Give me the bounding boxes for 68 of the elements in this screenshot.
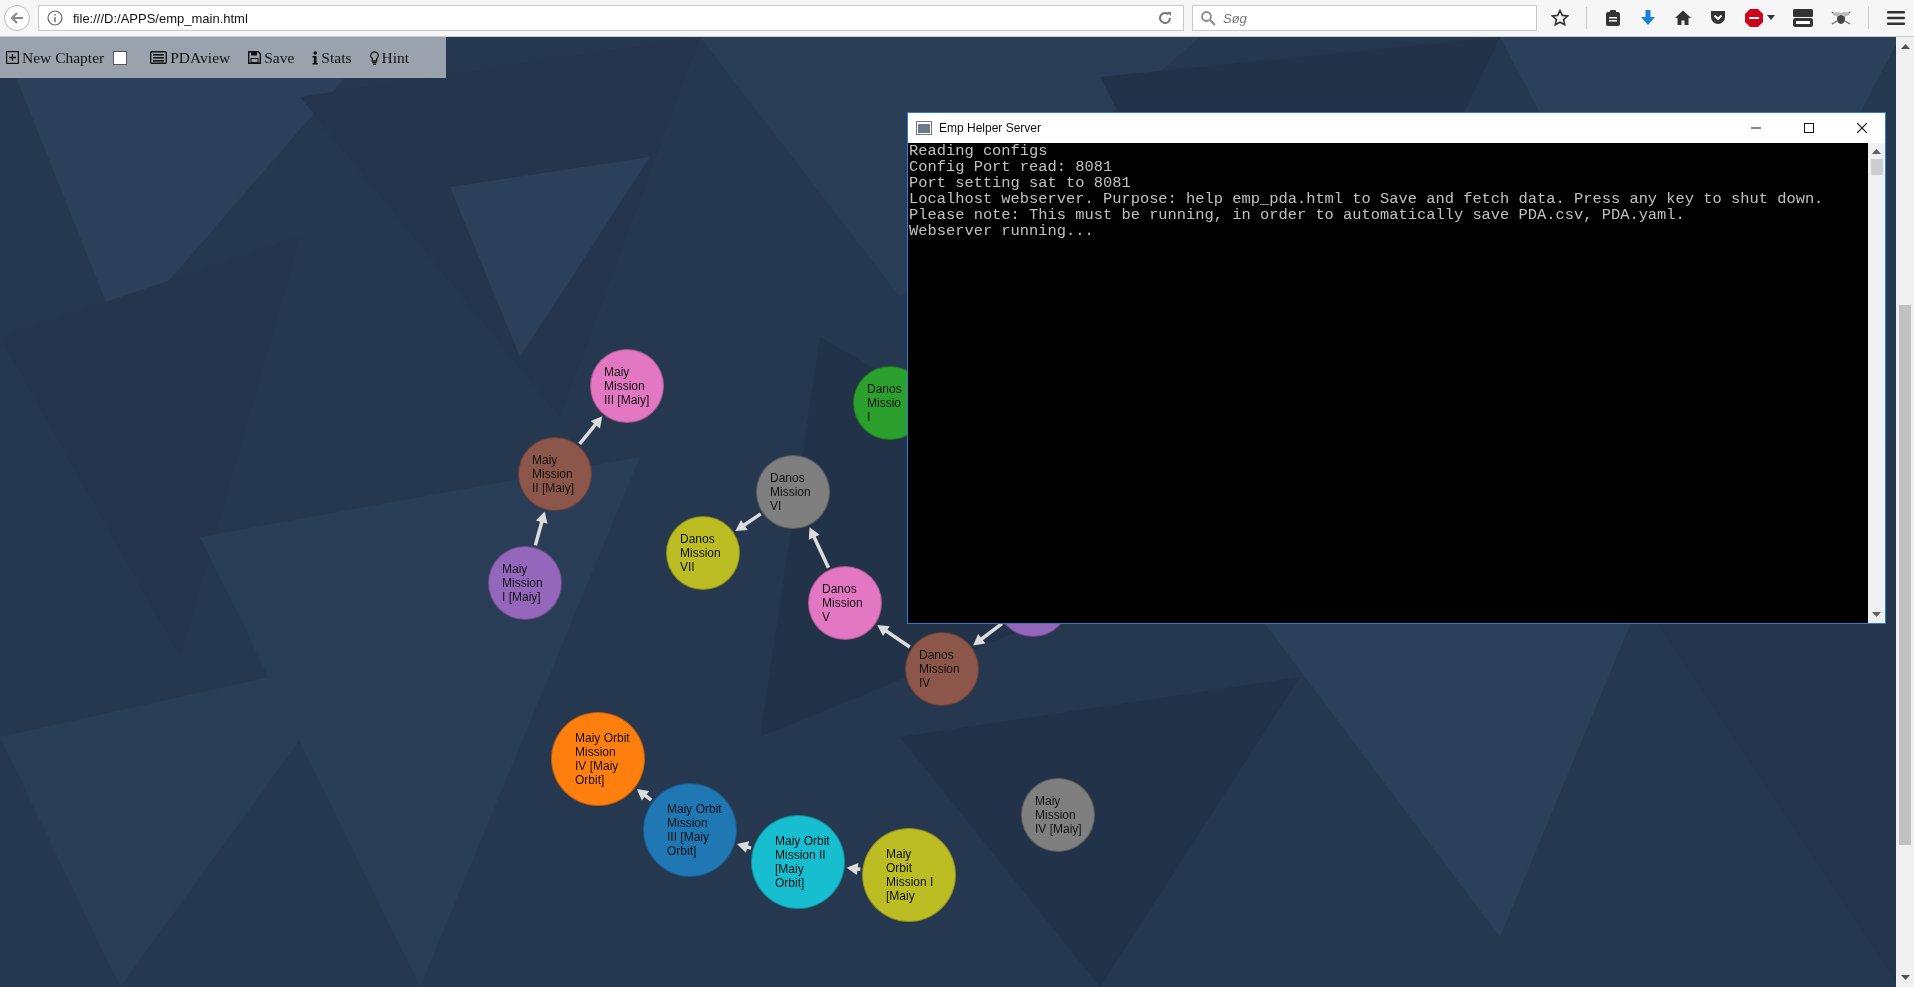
node-label: Maiy Orbit Mission IV [Maiy Orbit] (575, 731, 630, 787)
download-icon[interactable] (1639, 9, 1657, 27)
node-label: Maiy Mission III [Maiy] (604, 365, 650, 407)
list-icon (150, 51, 168, 64)
info-icon (47, 10, 63, 26)
info-icon (312, 50, 319, 65)
scrollbar[interactable] (1896, 37, 1914, 987)
pdaview-button[interactable]: PDAview (147, 46, 234, 69)
console-icon (916, 121, 932, 135)
url-text: file:///D:/APPS/emp_main.html (73, 10, 248, 26)
checkbox[interactable] (113, 50, 128, 65)
home-icon[interactable] (1674, 9, 1692, 27)
maximize-icon (1804, 123, 1814, 133)
lightbulb-icon (369, 50, 379, 65)
arrow (846, 863, 861, 875)
node-label: Maiy Mission I [Maiy] (502, 562, 543, 604)
clipboard-icon[interactable] (1604, 9, 1622, 27)
search-icon (1200, 10, 1216, 26)
bug-icon[interactable] (1831, 9, 1851, 27)
scroll-up-icon[interactable] (1872, 148, 1881, 154)
console-line: Port setting sat to 8081 (909, 175, 1132, 191)
reload-icon[interactable] (1157, 10, 1173, 26)
node-label: Maiy Orbit Mission I [Maiy (886, 847, 934, 903)
star-icon[interactable] (1551, 9, 1569, 27)
scroll-down-icon[interactable] (1872, 612, 1881, 618)
hint-button[interactable]: Hint (366, 46, 413, 69)
scroll-down-icon[interactable] (1900, 975, 1910, 981)
search-field[interactable]: Søg (1192, 5, 1537, 31)
arrow (877, 624, 911, 649)
arrow (636, 788, 653, 802)
arrow (808, 527, 831, 569)
caret-icon[interactable] (1767, 15, 1775, 21)
scrollbar-thumb[interactable] (1899, 305, 1911, 845)
console-line: Config Port read: 8081 (909, 159, 1114, 175)
stats-button[interactable]: Stats (309, 46, 355, 69)
console-line: Please note: This must be running, in order to automatically save PDA.csv, PDA.yaml. (909, 207, 1686, 223)
arrow (737, 841, 752, 853)
console-line: Reading configs (909, 143, 1049, 159)
close-icon (1857, 123, 1867, 133)
console-line: Webserver running... (909, 223, 1095, 239)
octagon-icon[interactable] (1744, 8, 1764, 28)
arrow (735, 512, 762, 532)
back-arrow-icon (10, 11, 24, 25)
node-label: Maiy Mission IV [Maiy] (1035, 794, 1082, 836)
node-label: Maiy Mission II [Maiy] (532, 453, 574, 495)
new-chapter-button[interactable]: New Chapter (3, 46, 108, 69)
save-button[interactable]: Save (245, 46, 298, 69)
arrow (973, 622, 1003, 646)
scrollbar-thumb[interactable] (1870, 159, 1883, 175)
node-label: Danos Missio I (867, 382, 902, 424)
shield-icon[interactable] (1709, 9, 1727, 27)
node-label: Maiy Orbit Mission II [Maiy Orbit] (775, 834, 830, 890)
back-button[interactable] (4, 5, 30, 31)
scrollbar[interactable] (1868, 143, 1885, 623)
plus-square-icon (6, 51, 19, 64)
arrow (578, 416, 603, 445)
scroll-up-icon[interactable] (1900, 43, 1910, 49)
menu-icon[interactable] (1886, 10, 1906, 26)
window-title: Emp Helper Server (939, 121, 1042, 135)
console-line: Localhost webserver. Purpose: help emp_pda.html to Save and fetch data. Press any key to shut down. (909, 191, 1825, 207)
node-label: Danos Mission IV (919, 648, 960, 690)
node-label: Danos Mission V (822, 582, 863, 624)
tv-icon[interactable] (1792, 8, 1814, 28)
node-label: Danos Mission VI (770, 471, 811, 513)
node-label: Maiy Orbit Mission III [Maiy Orbit] (667, 802, 722, 858)
node-label: Danos Mission VII (680, 532, 721, 574)
address-bar[interactable]: file:///D:/APPS/emp_main.html (38, 5, 1184, 31)
arrow (533, 511, 548, 546)
